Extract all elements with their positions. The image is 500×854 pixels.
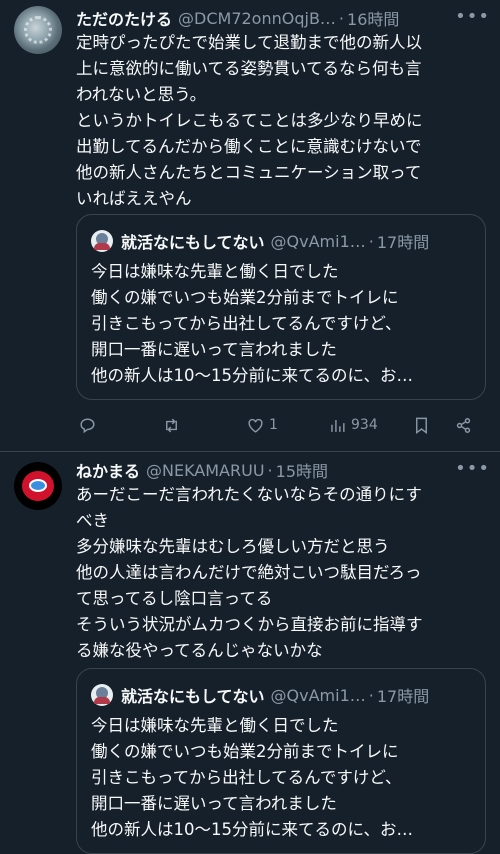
quote-avatar	[91, 684, 113, 706]
avatar-image	[24, 16, 52, 44]
bookmark-icon	[416, 417, 427, 434]
views-icon	[331, 419, 345, 432]
text-line: 定時ぴったぴたで始業して退勤まで他の新人以	[76, 33, 423, 52]
quote-display-name: 就活なにもしてない	[121, 233, 265, 252]
text-line: べき	[76, 511, 109, 530]
quote-handle: @QvAmi1…	[270, 685, 366, 705]
like-button[interactable]: 1	[246, 413, 278, 437]
separator-dot: ·	[368, 685, 374, 705]
user-handle[interactable]: @NEKAMARUU	[146, 461, 265, 480]
tweet-header: ただのたける @DCM72onnOqjB… · 16時間 •••	[76, 6, 490, 30]
more-icon[interactable]: •••	[455, 458, 490, 479]
retweet-icon	[166, 418, 177, 432]
text-line: いればええやん	[76, 189, 192, 208]
separator-dot: ·	[267, 460, 273, 480]
share-icon	[456, 417, 471, 433]
display-name[interactable]: ねかまる	[76, 458, 140, 482]
avatar-detail	[29, 479, 47, 492]
text-line: 働くの嫌でいつも始業2分前までトイレに	[91, 742, 399, 761]
text-line: あーだこーだ言われたくないならその通りにす	[76, 485, 422, 504]
quoted-tweet[interactable]: 就活なにもしてない @QvAmi1… · 17時間 今日は嫌味な先輩と働く日でし…	[76, 214, 486, 400]
text-line: 出勤してるんだから働くことに意識むけないで	[76, 137, 422, 156]
tweet-text: あーだこーだ言われたくないならその通りにす べき 多分嫌味な先輩はむしろ優しい方…	[76, 482, 490, 664]
quoted-tweet[interactable]: 就活なにもしてない @QvAmi1… · 17時間 今日は嫌味な先輩と働く日でし…	[76, 668, 486, 854]
bookmark-button[interactable]	[412, 413, 431, 437]
quote-timestamp: 17時間	[376, 233, 430, 252]
tweet-header: ねかまる @NEKAMARUU · 15時間 •••	[76, 458, 490, 482]
share-button[interactable]	[454, 413, 473, 437]
text-line: 働くの嫌でいつも始業2分前までトイレに	[91, 288, 399, 307]
views-button[interactable]: 934	[328, 413, 378, 437]
text-line: 今日は嫌味な先輩と働く日でした	[91, 262, 339, 281]
timestamp[interactable]: 16時間	[347, 6, 399, 30]
user-handle[interactable]: @DCM72onnOqjB…	[178, 9, 336, 28]
reply-button[interactable]	[78, 413, 97, 437]
text-line: というかトイレこもるてことは多少なり早めに	[76, 111, 423, 130]
text-line: 他の新人は10〜15分前に来てるのに、お…	[91, 366, 413, 385]
display-name[interactable]: ただのたける	[76, 6, 172, 30]
tweet-1[interactable]: ただのたける @DCM72onnOqjB… · 16時間 ••• 定時ぴったぴた…	[0, 0, 500, 452]
text-line: 他の新人は10〜15分前に来てるのに、お…	[91, 820, 413, 839]
quote-handle: @QvAmi1…	[270, 231, 366, 251]
action-bar: 1 934	[76, 413, 486, 437]
quote-timestamp: 17時間	[376, 687, 430, 706]
text-line: 多分嫌味な先輩はむしろ優しい方だと思う	[76, 537, 390, 556]
text-line: 他の新人さんたちとコミュニケーション取って	[76, 163, 422, 182]
text-line: て思ってるし陰口言ってる	[76, 589, 273, 608]
quote-header: 就活なにもしてない @QvAmi1… · 17時間	[91, 683, 473, 707]
text-line: 上に意欲的に働いてる姿勢貫いてるなら何も言	[76, 59, 422, 78]
tweet-text: 定時ぴったぴたで始業して退勤まで他の新人以 上に意欲的に働いてる姿勢貫いてるなら…	[76, 30, 490, 212]
text-line: 引きこもってから出社してるんですけど、	[91, 768, 402, 787]
quote-text: 今日は嫌味な先輩と働く日でした 働くの嫌でいつも始業2分前までトイレに 引きこも…	[91, 259, 473, 389]
text-line: 開口一番に遅いって言われました	[91, 340, 337, 359]
text-line: る嫌な役やってるんじゃないかな	[76, 641, 323, 660]
retweet-button[interactable]	[162, 413, 181, 437]
like-icon	[248, 418, 263, 433]
view-count: 934	[351, 417, 378, 433]
quote-text: 今日は嫌味な先輩と働く日でした 働くの嫌でいつも始業2分前までトイレに 引きこも…	[91, 713, 473, 843]
text-line: 引きこもってから出社してるんですけど、	[91, 314, 402, 333]
text-line: 開口一番に遅いって言われました	[91, 794, 337, 813]
quote-avatar	[91, 230, 113, 252]
separator-dot: ·	[338, 8, 345, 28]
like-count: 1	[269, 417, 278, 433]
avatar[interactable]	[14, 6, 62, 54]
timestamp[interactable]: 15時間	[276, 458, 328, 482]
quote-header: 就活なにもしてない @QvAmi1… · 17時間	[91, 229, 473, 253]
avatar[interactable]	[14, 462, 62, 510]
text-line: そういう状況がムカつくから直接お前に指導す	[76, 615, 423, 634]
text-line: 今日は嫌味な先輩と働く日でした	[91, 716, 339, 735]
quote-display-name: 就活なにもしてない	[121, 687, 265, 706]
more-icon[interactable]: •••	[455, 6, 490, 27]
text-line: われないと思う。	[76, 85, 207, 104]
text-line: 他の人達は言わんだけで絶対こいつ駄目だろっ	[76, 563, 422, 582]
reply-icon	[80, 417, 95, 433]
separator-dot: ·	[368, 231, 374, 251]
